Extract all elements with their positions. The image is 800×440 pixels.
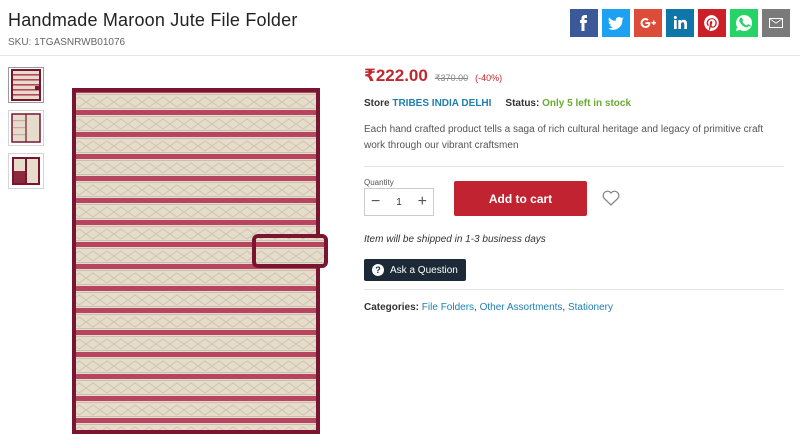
sku-value: 1TGASNRWB01076 — [34, 37, 126, 48]
main-product-image[interactable] — [72, 88, 328, 434]
wishlist-heart-icon[interactable] — [601, 188, 621, 208]
thumbnail-1[interactable] — [8, 67, 44, 103]
product-description: Each hand crafted product tells a saga o… — [364, 124, 764, 151]
facebook-share-button[interactable] — [570, 9, 598, 37]
stock-status: Status: Only 5 left in stock — [505, 98, 631, 109]
email-share-button[interactable] — [762, 9, 790, 37]
google-plus-icon — [640, 18, 656, 28]
twitter-icon — [608, 17, 624, 30]
whatsapp-share-button[interactable] — [730, 9, 758, 37]
thumbnail-3[interactable] — [8, 153, 44, 189]
categories-row: Categories: File Folders, Other Assortme… — [364, 302, 784, 313]
quantity-increase-button[interactable]: + — [418, 194, 427, 210]
ask-question-button[interactable]: ? Ask a Question — [364, 259, 466, 281]
thumbnail-gallery — [8, 67, 46, 196]
price-row: ₹222.00 ₹370.00 (-40%) — [364, 66, 784, 86]
quantity-stepper: − 1 + — [364, 188, 434, 216]
facebook-icon — [580, 15, 587, 31]
whatsapp-icon — [736, 15, 752, 31]
category-link-stationery[interactable]: Stationery — [568, 302, 613, 313]
linkedin-icon — [673, 16, 687, 29]
cart-row: Quantity − 1 + Add to cart — [364, 178, 784, 222]
product-info: ₹222.00 ₹370.00 (-40%) Store TRIBES INDI… — [364, 66, 784, 313]
folder-thumbnail-image — [11, 69, 41, 101]
jute-folder-image — [72, 88, 328, 434]
status-value: Only 5 left in stock — [542, 98, 632, 109]
sku-label: SKU: — [8, 37, 32, 48]
ask-question-label: Ask a Question — [390, 264, 458, 276]
twitter-share-button[interactable] — [602, 9, 630, 37]
google-plus-share-button[interactable] — [634, 9, 662, 37]
current-price: ₹222.00 — [364, 66, 428, 85]
quantity-input[interactable]: 1 — [396, 197, 402, 208]
sku: SKU: 1TGASNRWB01076 — [8, 37, 125, 48]
quantity-decrease-button[interactable]: − — [371, 194, 380, 210]
category-link-file-folders[interactable]: File Folders — [422, 302, 474, 313]
category-link-other-assortments[interactable]: Other Assortments — [480, 302, 563, 313]
status-label: Status: — [505, 98, 540, 109]
linkedin-share-button[interactable] — [666, 9, 694, 37]
store-label: Store — [364, 98, 390, 109]
thumbnail-2[interactable] — [8, 110, 44, 146]
quantity-label: Quantity — [364, 178, 394, 187]
folder-open-thumbnail-image — [11, 113, 41, 143]
divider — [364, 289, 784, 290]
pinterest-share-button[interactable] — [698, 9, 726, 37]
pinterest-icon — [704, 15, 719, 31]
store-info: Store TRIBES INDIA DELHI — [364, 98, 491, 109]
email-icon — [769, 18, 783, 28]
divider — [364, 166, 784, 167]
store-link[interactable]: TRIBES INDIA DELHI — [392, 98, 491, 109]
share-bar — [570, 9, 790, 37]
question-icon: ? — [372, 264, 384, 276]
categories-label: Categories: — [364, 302, 420, 313]
store-row: Store TRIBES INDIA DELHI Status: Only 5 … — [364, 98, 784, 109]
shipping-note: Item will be shipped in 1-3 business day… — [364, 234, 546, 245]
add-to-cart-button[interactable]: Add to cart — [454, 181, 587, 216]
original-price: ₹370.00 — [434, 73, 469, 83]
page-title: Handmade Maroon Jute File Folder — [8, 10, 298, 30]
folder-inside-thumbnail-image — [12, 157, 40, 185]
product-header: Handmade Maroon Jute File Folder SKU: 1T… — [0, 0, 800, 56]
discount-badge: (-40%) — [475, 73, 503, 83]
